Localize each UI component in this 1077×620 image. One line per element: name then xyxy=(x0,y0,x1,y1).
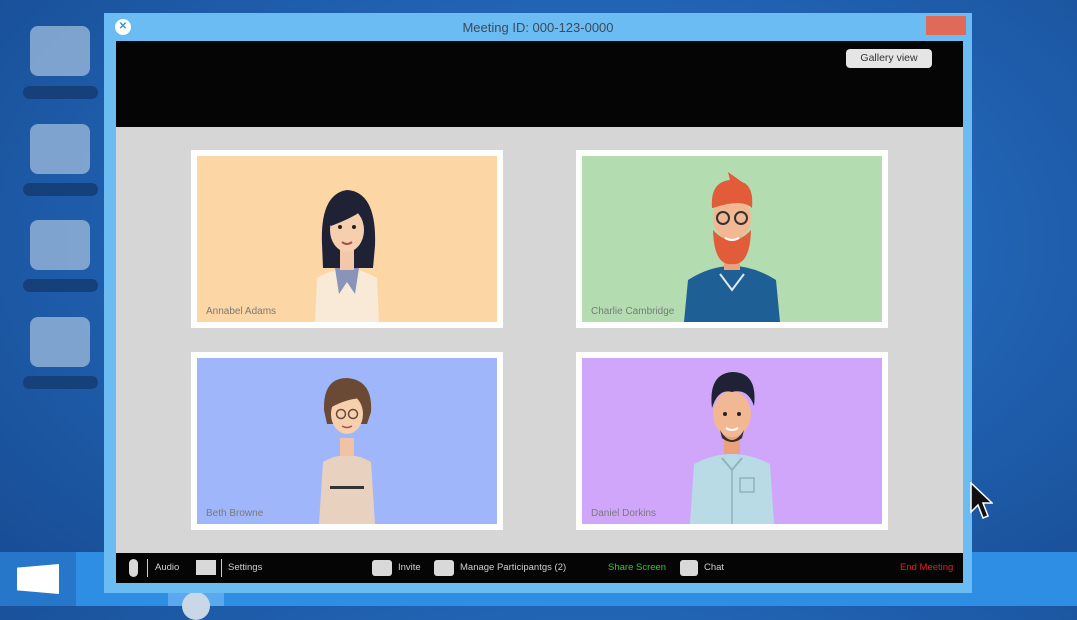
gallery-view-button[interactable]: Gallery view xyxy=(846,49,932,68)
participant-name: Daniel Dorkins xyxy=(591,508,657,519)
participant-name: Beth Browne xyxy=(206,508,264,519)
start-button[interactable] xyxy=(0,552,76,606)
divider xyxy=(221,559,222,577)
participant-tile-daniel[interactable]: Daniel Dorkins xyxy=(576,352,888,530)
meeting-controls: Audio Settings Invite Manage Participant… xyxy=(116,553,963,583)
settings-button[interactable]: Settings xyxy=(228,562,262,573)
end-meeting-button[interactable]: End Meeting xyxy=(900,562,953,573)
taskbar-app-icon xyxy=(182,592,210,620)
desktop-icon-1-label xyxy=(23,86,98,99)
camera-icon[interactable] xyxy=(196,560,216,575)
participant-tile-beth[interactable]: Beth Browne xyxy=(191,352,503,530)
manage-participants-button[interactable]: Manage Participantgs (2) xyxy=(460,562,566,573)
desktop-icon-2[interactable] xyxy=(30,124,90,174)
top-band: Gallery view xyxy=(116,41,963,127)
video-area: Gallery view Annabel Adams Charlie Cambr… xyxy=(116,41,963,553)
participant-video: Beth Browne xyxy=(197,358,497,524)
title-bar: ✕ Meeting ID: 000-123-0000 xyxy=(104,13,972,41)
desktop-icon-4-label xyxy=(23,376,98,389)
desktop-icon-2-label xyxy=(23,183,98,196)
meeting-title: Meeting ID: 000-123-0000 xyxy=(462,20,614,35)
chat-button[interactable]: Chat xyxy=(704,562,724,573)
daniel-avatar-icon xyxy=(690,372,774,524)
participant-name: Charlie Cambridge xyxy=(591,306,675,317)
microphone-icon[interactable] xyxy=(129,559,138,577)
invite-button[interactable]: Invite xyxy=(398,562,421,573)
participant-video: Annabel Adams xyxy=(197,156,497,322)
desktop-icon-1[interactable] xyxy=(30,26,90,76)
charlie-avatar-icon xyxy=(684,172,780,322)
share-screen-button[interactable]: Share Screen xyxy=(608,562,666,573)
beth-avatar-icon xyxy=(319,378,375,524)
close-button[interactable] xyxy=(926,16,966,35)
participant-tile-annabel[interactable]: Annabel Adams xyxy=(191,150,503,328)
participant-name: Annabel Adams xyxy=(206,306,277,317)
participant-video: Charlie Cambridge xyxy=(582,156,882,322)
chat-icon[interactable] xyxy=(680,560,698,576)
windows-logo-icon xyxy=(17,564,59,594)
participants-icon[interactable] xyxy=(434,560,454,576)
audio-button[interactable]: Audio xyxy=(155,562,179,573)
mouse-cursor-icon xyxy=(970,482,993,519)
participant-video: Daniel Dorkins xyxy=(582,358,882,524)
participant-tile-charlie[interactable]: Charlie Cambridge xyxy=(576,150,888,328)
annabel-avatar-icon xyxy=(315,190,379,322)
desktop-icon-3-label xyxy=(23,279,98,292)
meeting-window: ✕ Meeting ID: 000-123-0000 Gallery view xyxy=(104,13,972,593)
divider xyxy=(147,559,148,577)
invite-icon[interactable] xyxy=(372,560,392,576)
desktop-icon-4[interactable] xyxy=(30,317,90,367)
desktop-icon-3[interactable] xyxy=(30,220,90,270)
